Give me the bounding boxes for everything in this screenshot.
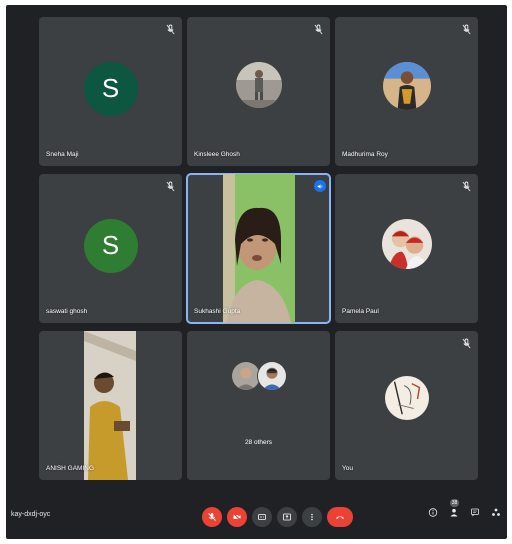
participant-tile[interactable]: S Sneha Maji xyxy=(39,17,182,166)
activities-button[interactable] xyxy=(490,505,502,519)
avatar-photo xyxy=(235,61,282,108)
avatar: S xyxy=(83,61,138,116)
others-tile[interactable]: 28 others xyxy=(187,331,330,480)
participant-name: Sukhashi Gupta xyxy=(194,308,241,315)
mic-muted-icon xyxy=(164,23,176,35)
participant-name: Sneha Maji xyxy=(46,151,79,158)
avatar-photo xyxy=(382,61,431,110)
more-options-button[interactable] xyxy=(302,507,322,527)
avatar-initial: S xyxy=(101,73,120,103)
others-avatar-stack xyxy=(231,361,291,391)
participant-tile[interactable]: ANISH GAMING xyxy=(39,331,182,480)
present-icon xyxy=(283,513,291,521)
video-off-icon xyxy=(233,513,241,521)
avatar-photo xyxy=(381,218,432,269)
avatar: S xyxy=(83,218,138,273)
participant-count-badge: 38 xyxy=(450,499,459,507)
camera-toggle-button[interactable] xyxy=(227,507,247,527)
participant-tile[interactable]: Madhurima Roy xyxy=(335,17,478,166)
activities-icon xyxy=(492,508,500,516)
participant-name: saswati ghosh xyxy=(46,308,88,315)
participant-video xyxy=(84,331,136,480)
participant-name: Kinsleee Ghosh xyxy=(194,151,240,158)
more-vert-icon xyxy=(311,513,313,521)
participant-name: Madhurima Roy xyxy=(342,151,388,158)
chat-icon xyxy=(471,508,479,516)
chat-button[interactable] xyxy=(469,505,481,519)
participant-name: You xyxy=(342,465,353,472)
side-panel-tools: 38 xyxy=(427,499,502,519)
avatar-photo xyxy=(257,361,287,391)
people-icon xyxy=(450,508,458,516)
bottom-control-bar: kay-dxdj-oyc 38 xyxy=(6,499,507,539)
present-button[interactable] xyxy=(277,507,297,527)
leave-call-button[interactable] xyxy=(327,507,353,527)
speaking-indicator-icon xyxy=(314,180,326,192)
people-button[interactable]: 38 xyxy=(448,499,460,519)
participant-tile[interactable]: Pamela Paul xyxy=(335,174,478,323)
mic-muted-icon xyxy=(164,180,176,192)
meeting-details-button[interactable] xyxy=(427,505,439,519)
call-controls xyxy=(202,507,353,527)
mic-muted-icon xyxy=(460,337,472,349)
hang-up-icon xyxy=(336,516,344,519)
captions-button[interactable] xyxy=(252,507,272,527)
info-icon xyxy=(428,507,438,517)
participant-grid: S Sneha Maji Kinsleee Ghosh Madhurima Ro… xyxy=(39,17,478,480)
captions-icon xyxy=(258,514,266,520)
mic-muted-icon xyxy=(312,23,324,35)
participant-tile[interactable]: S saswati ghosh xyxy=(39,174,182,323)
self-tile[interactable]: You xyxy=(335,331,478,480)
participant-tile[interactable]: Kinsleee Ghosh xyxy=(187,17,330,166)
mic-off-icon xyxy=(208,513,216,521)
meet-stage: S Sneha Maji Kinsleee Ghosh Madhurima Ro… xyxy=(6,5,507,539)
meeting-code: kay-dxdj-oyc xyxy=(11,511,51,518)
participant-tile-active-speaker[interactable]: Sukhashi Gupta xyxy=(186,173,331,324)
participant-video xyxy=(223,174,295,323)
participant-name: ANISH GAMING xyxy=(46,465,95,472)
others-count-label: 28 others xyxy=(244,439,273,446)
mic-muted-icon xyxy=(460,180,472,192)
participant-name: Pamela Paul xyxy=(342,308,379,315)
avatar-initial: S xyxy=(101,230,120,260)
mic-toggle-button[interactable] xyxy=(202,507,222,527)
mic-muted-icon xyxy=(460,23,472,35)
avatar-photo xyxy=(384,375,429,420)
